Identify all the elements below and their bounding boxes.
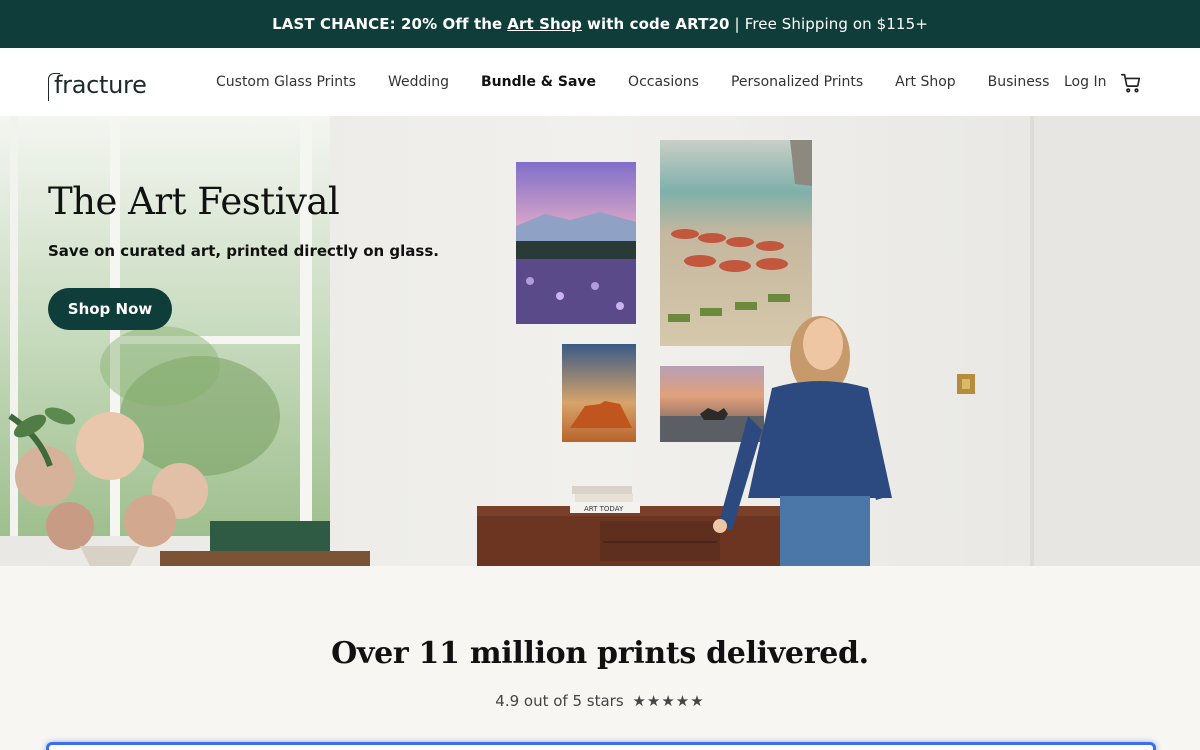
promo-bar: LAST CHANCE: 20% Off the Art Shop with c… xyxy=(0,0,1200,48)
cart-icon[interactable] xyxy=(1120,72,1142,94)
stars-icon: ★★★★★ xyxy=(632,692,705,710)
logo-text: fracture xyxy=(54,71,147,99)
promo-code: with code ART20 xyxy=(587,15,730,33)
hero-section: The Art Festival Save on curated art, pr… xyxy=(0,116,1200,566)
focused-content-box[interactable] xyxy=(46,742,1156,750)
stats-title: Over 11 million prints delivered. xyxy=(331,636,869,671)
nav-personalized-prints[interactable]: Personalized Prints xyxy=(731,74,863,90)
nav-bundle-save[interactable]: Bundle & Save xyxy=(481,74,596,90)
rating-text: 4.9 out of 5 stars xyxy=(495,692,624,710)
nav-wedding[interactable]: Wedding xyxy=(388,74,449,90)
promo-art-shop-link[interactable]: Art Shop xyxy=(507,15,582,33)
rating-summary: 4.9 out of 5 stars ★★★★★ xyxy=(0,692,1200,710)
promo-shipping: Free Shipping on $115+ xyxy=(744,15,928,33)
book-label: ART TODAY xyxy=(584,505,624,513)
hero-title: The Art Festival xyxy=(48,180,340,223)
nav-business[interactable]: Business xyxy=(988,74,1050,90)
main-nav: Custom Glass Prints Wedding Bundle & Sav… xyxy=(216,48,1081,116)
nav-art-shop[interactable]: Art Shop xyxy=(895,74,955,90)
fracture-logo[interactable]: fracture xyxy=(48,70,147,101)
promo-lead: LAST CHANCE: 20% Off the xyxy=(272,15,503,33)
nav-occasions[interactable]: Occasions xyxy=(628,74,699,90)
hero-subtitle: Save on curated art, printed directly on… xyxy=(48,242,439,260)
login-link[interactable]: Log In xyxy=(1064,74,1106,90)
shop-now-button[interactable]: Shop Now xyxy=(48,288,172,330)
nav-custom-glass-prints[interactable]: Custom Glass Prints xyxy=(216,74,356,90)
site-header: fracture Custom Glass Prints Wedding Bun… xyxy=(0,48,1200,116)
promo-divider: | xyxy=(734,15,740,33)
logo-mark-icon xyxy=(48,73,60,101)
